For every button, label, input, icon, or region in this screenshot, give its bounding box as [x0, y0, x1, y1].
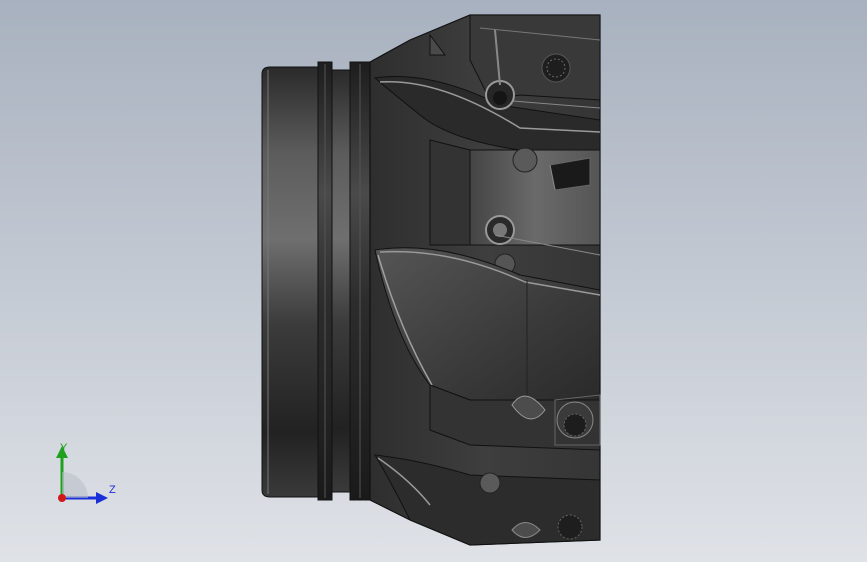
cutter-body-model[interactable] [0, 0, 867, 562]
graphics-viewport[interactable]: Y Z [0, 0, 867, 562]
x-axis-dot [58, 494, 66, 502]
threaded-hole-top-icon [541, 53, 571, 83]
orientation-triad: Y Z [56, 442, 116, 504]
shank-cylinder [261, 66, 323, 498]
y-axis-label: Y [60, 442, 68, 454]
groove-ring [317, 61, 371, 501]
triad-plane [62, 472, 88, 498]
z-axis-label: Z [109, 484, 116, 496]
